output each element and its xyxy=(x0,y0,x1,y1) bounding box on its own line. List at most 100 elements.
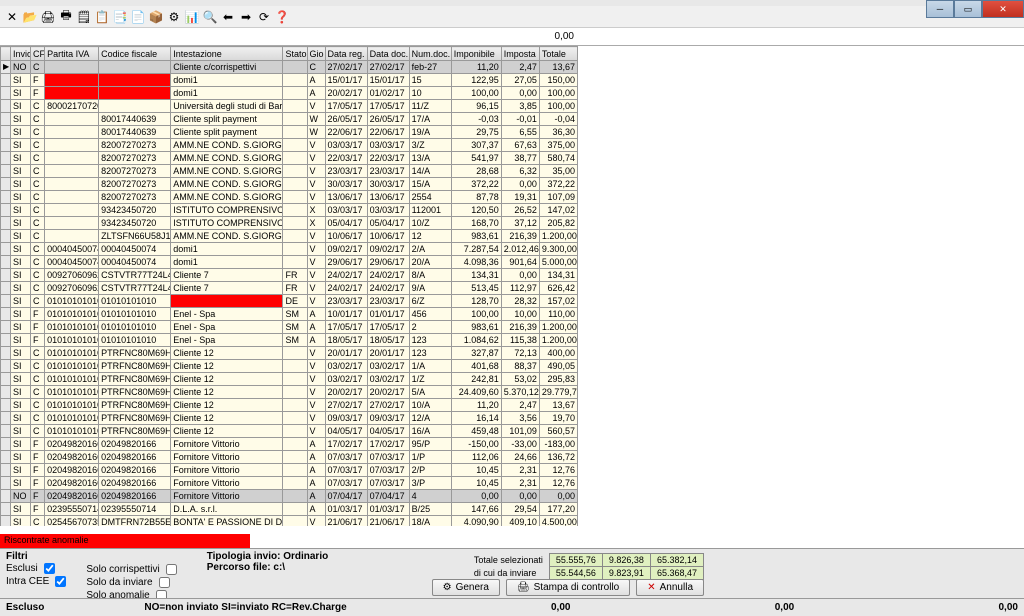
cell-cf[interactable]: C xyxy=(31,230,45,243)
cell-tot[interactable]: 1.200,00 xyxy=(539,230,577,243)
soloinv-checkbox[interactable] xyxy=(159,577,170,588)
cell-nd[interactable]: 17/A xyxy=(409,113,451,126)
cell-int[interactable]: Cliente 12 xyxy=(171,412,283,425)
cell-int[interactable]: D.L.A. s.r.l. xyxy=(171,503,283,516)
cell-st[interactable] xyxy=(283,243,307,256)
cell-pi[interactable] xyxy=(45,165,99,178)
cell-inv[interactable]: SI xyxy=(11,438,31,451)
col-header[interactable]: Gio xyxy=(307,47,325,61)
cell-int[interactable]: Fornitore Vittorio xyxy=(171,490,283,503)
cell-dr[interactable]: 17/05/17 xyxy=(325,321,367,334)
row-indicator[interactable] xyxy=(1,503,11,516)
cell-dr[interactable]: 13/06/17 xyxy=(325,191,367,204)
cell-dd[interactable]: 24/02/17 xyxy=(367,269,409,282)
cell-dr[interactable]: 09/02/17 xyxy=(325,243,367,256)
cell-tot[interactable]: 157,02 xyxy=(539,295,577,308)
cell-inv[interactable]: NO xyxy=(11,61,31,74)
cell-dd[interactable]: 15/01/17 xyxy=(367,74,409,87)
cell-g[interactable]: V xyxy=(307,282,325,295)
cell-cf[interactable]: C xyxy=(31,178,45,191)
col-header[interactable]: Partita IVA xyxy=(45,47,99,61)
cell-g[interactable]: A xyxy=(307,87,325,100)
cell-int[interactable]: Cliente 12 xyxy=(171,386,283,399)
cell-pi[interactable] xyxy=(45,87,99,100)
cell-st[interactable] xyxy=(283,191,307,204)
cell-cf[interactable]: C xyxy=(31,152,45,165)
cell-tax[interactable]: 6,55 xyxy=(501,126,539,139)
cell-pi[interactable]: 01010101010 xyxy=(45,321,99,334)
cell-g[interactable]: A xyxy=(307,503,325,516)
cell-pi[interactable] xyxy=(45,204,99,217)
cell-tax[interactable]: -33,00 xyxy=(501,438,539,451)
row-indicator[interactable] xyxy=(1,425,11,438)
cell-tax[interactable]: 37,12 xyxy=(501,217,539,230)
cell-tot[interactable]: 5.000,00 xyxy=(539,256,577,269)
cell-dd[interactable]: 17/02/17 xyxy=(367,438,409,451)
cell-dr[interactable]: 09/03/17 xyxy=(325,412,367,425)
row-indicator[interactable] xyxy=(1,334,11,347)
cell-tot[interactable]: 12,76 xyxy=(539,464,577,477)
cell-dr[interactable]: 20/01/17 xyxy=(325,347,367,360)
cell-nd[interactable]: 123 xyxy=(409,347,451,360)
cell-dr[interactable]: 07/03/17 xyxy=(325,451,367,464)
row-indicator[interactable] xyxy=(1,490,11,503)
cell-tax[interactable]: 29,54 xyxy=(501,503,539,516)
cell-pi[interactable]: 01010101010 xyxy=(45,308,99,321)
cell-imp[interactable]: 100,00 xyxy=(451,308,501,321)
cell-fc[interactable]: 82007270273 xyxy=(99,152,171,165)
cell-dd[interactable]: 01/03/17 xyxy=(367,503,409,516)
cell-dd[interactable]: 07/03/17 xyxy=(367,464,409,477)
cell-tax[interactable]: 67,63 xyxy=(501,139,539,152)
cell-dr[interactable]: 04/05/17 xyxy=(325,425,367,438)
cell-g[interactable]: V xyxy=(307,386,325,399)
cell-dr[interactable]: 27/02/17 xyxy=(325,399,367,412)
cell-imp[interactable]: 147,66 xyxy=(451,503,501,516)
cell-cf[interactable]: F xyxy=(31,451,45,464)
cell-imp[interactable]: 112,06 xyxy=(451,451,501,464)
row-indicator[interactable] xyxy=(1,438,11,451)
cell-dd[interactable]: 01/01/17 xyxy=(367,308,409,321)
row-indicator[interactable] xyxy=(1,256,11,269)
cell-fc[interactable]: PTRFNC80M69H2240 xyxy=(99,399,171,412)
cell-g[interactable]: V xyxy=(307,360,325,373)
cell-fc[interactable]: 82007270273 xyxy=(99,191,171,204)
cell-dr[interactable]: 21/06/17 xyxy=(325,516,367,527)
cell-tot[interactable]: 136,72 xyxy=(539,451,577,464)
cell-tot[interactable]: 107,09 xyxy=(539,191,577,204)
cell-g[interactable]: V xyxy=(307,139,325,152)
row-indicator[interactable] xyxy=(1,386,11,399)
cell-pi[interactable] xyxy=(45,152,99,165)
cell-st[interactable] xyxy=(283,425,307,438)
cell-inv[interactable]: SI xyxy=(11,386,31,399)
cell-dr[interactable]: 07/04/17 xyxy=(325,490,367,503)
row-indicator[interactable] xyxy=(1,100,11,113)
cell-imp[interactable]: 28,68 xyxy=(451,165,501,178)
cell-tax[interactable]: 409,10 xyxy=(501,516,539,527)
cell-cf[interactable]: C xyxy=(31,204,45,217)
cell-dd[interactable]: 10/06/17 xyxy=(367,230,409,243)
cell-nd[interactable]: 1/P xyxy=(409,451,451,464)
cell-cf[interactable]: C xyxy=(31,191,45,204)
cell-int[interactable]: AMM.NE COND. S.GIORGIO vit xyxy=(171,165,283,178)
cell-nd[interactable]: 4 xyxy=(409,490,451,503)
cell-inv[interactable]: SI xyxy=(11,178,31,191)
row-indicator[interactable] xyxy=(1,282,11,295)
cell-tot[interactable]: 13,67 xyxy=(539,399,577,412)
cell-int[interactable]: Fornitore Vittorio xyxy=(171,464,283,477)
toolbar-icon-1[interactable]: 📂 xyxy=(22,9,38,25)
cell-imp[interactable]: 307,37 xyxy=(451,139,501,152)
toolbar-icon-6[interactable]: 📑 xyxy=(112,9,128,25)
cell-g[interactable]: A xyxy=(307,477,325,490)
cell-fc[interactable]: PTRFNC80M69H2240 xyxy=(99,425,171,438)
cell-pi[interactable]: 01010101010 xyxy=(45,347,99,360)
cell-inv[interactable]: SI xyxy=(11,230,31,243)
minimize-button[interactable]: ─ xyxy=(926,0,954,18)
cell-tot[interactable]: 1.200,00 xyxy=(539,334,577,347)
cell-g[interactable]: W xyxy=(307,126,325,139)
cell-int[interactable]: AMM.NE COND. S.GIORGIO xyxy=(171,230,283,243)
cell-tot[interactable]: 29.779,72 xyxy=(539,386,577,399)
cell-nd[interactable]: 15/A xyxy=(409,178,451,191)
cell-imp[interactable]: 541,97 xyxy=(451,152,501,165)
cell-cf[interactable]: F xyxy=(31,87,45,100)
cell-int[interactable]: Cliente split payment xyxy=(171,113,283,126)
